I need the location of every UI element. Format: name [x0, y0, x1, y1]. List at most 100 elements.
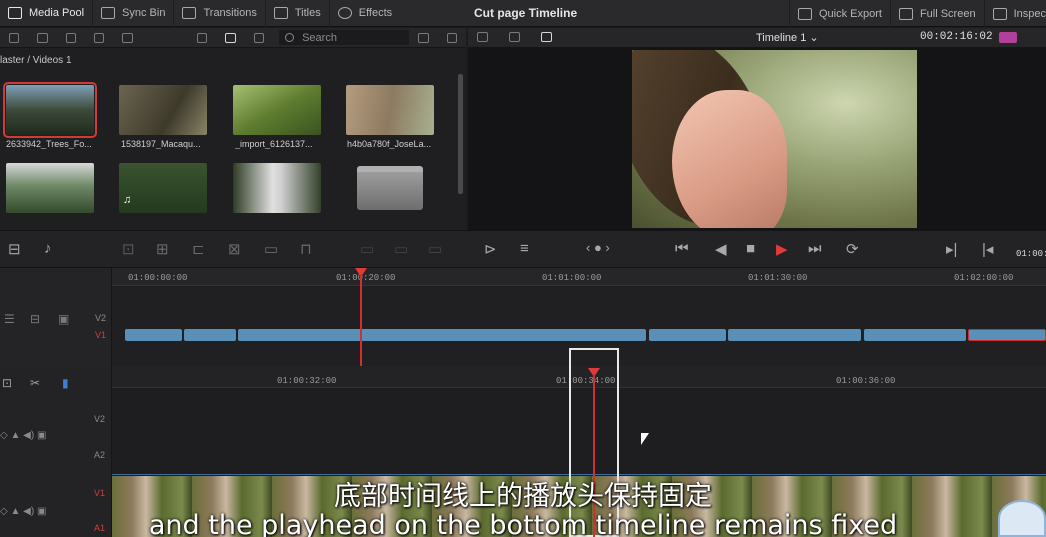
media-pool: laster / Videos 1 2633942_Trees_Fo... 15… — [0, 48, 466, 230]
clip-thumbnail-trees[interactable] — [3, 82, 97, 138]
track-label-a2: A2 — [94, 450, 106, 460]
disabled-tool3-icon[interactable]: ▭ — [428, 240, 442, 258]
ripple-overwrite-icon[interactable]: ⊏ — [192, 240, 205, 258]
channel-logo — [998, 500, 1046, 537]
menu-icon[interactable] — [9, 32, 20, 43]
timeline-options-icon[interactable]: ⊡ — [2, 376, 12, 390]
timeline-name: Timeline 1 — [756, 32, 807, 44]
snap-icon[interactable]: ⊟ — [8, 240, 21, 258]
link-track-icon[interactable]: ⊟ — [30, 312, 40, 326]
timeline-clip-selected[interactable] — [968, 329, 1046, 341]
viewer-mode3-icon[interactable] — [541, 32, 553, 42]
clip-thumbnail-mountains[interactable] — [6, 163, 94, 213]
upper-ruler[interactable]: 01:00:00:00 01:00:20:00 01:01:00:00 01:0… — [112, 268, 1046, 286]
clip-label: h4b0a780f_JoseLa... — [347, 139, 432, 149]
play-icon[interactable]: ▶ — [776, 240, 788, 258]
search-input[interactable]: Search — [279, 30, 410, 45]
search-icon — [285, 33, 295, 42]
go-to-end-icon[interactable]: ⏭ — [808, 240, 822, 257]
titles-label: Titles — [294, 7, 321, 19]
inspector-button[interactable]: Inspec — [983, 0, 1046, 27]
viewer-mode2-icon[interactable] — [509, 32, 521, 42]
disabled-tool2-icon[interactable]: ▭ — [394, 240, 408, 258]
mark-in-icon[interactable]: ▸| — [946, 240, 957, 258]
timeline-clip[interactable] — [125, 329, 182, 341]
marker-icon[interactable]: ▮ — [62, 376, 69, 390]
strip-view-icon[interactable] — [197, 32, 208, 43]
upper-playhead[interactable] — [360, 274, 362, 366]
timeline-selector[interactable]: Timeline 1 ⌄ — [756, 31, 819, 44]
full-screen-icon — [898, 7, 913, 20]
close-up-icon[interactable]: ⊠ — [228, 240, 241, 258]
subtitle-chinese: 底部时间线上的播放头保持固定 — [334, 481, 712, 512]
track-controls-v2[interactable]: ◇ ▲ ◀) ▣ — [0, 430, 46, 441]
effects-icon — [337, 7, 352, 19]
mark-out-icon[interactable]: |◂ — [982, 240, 993, 258]
source-tape-icon[interactable]: ⊳ — [484, 240, 497, 258]
new-bin-icon[interactable] — [37, 32, 48, 43]
clip-thumbnail-macaque[interactable] — [119, 85, 207, 135]
media-pool-icon — [8, 7, 22, 19]
sync-bin-label: Sync Bin — [122, 7, 166, 19]
settings-sliders-icon[interactable]: ≡ — [520, 240, 529, 257]
play-reverse-icon[interactable]: ◀ — [715, 240, 727, 258]
disabled-tool-icon[interactable]: ▭ — [360, 240, 374, 258]
timeline-clip[interactable] — [728, 329, 861, 341]
lock-track-icon[interactable]: ☰ — [4, 312, 15, 326]
ruler-label: 01:00:00:00 — [128, 273, 188, 283]
clip-thumbnail-waterfall[interactable] — [233, 163, 321, 213]
media-pool-scrollbar[interactable] — [458, 74, 463, 194]
upper-track-header: ☰ ⊟ ▣ V2 V1 — [0, 268, 112, 366]
sync-bin-button[interactable]: Sync Bin — [93, 0, 175, 27]
place-on-top-icon[interactable]: ▭ — [264, 240, 278, 258]
inspector-label: Inspec — [1013, 7, 1046, 20]
effects-label: Effects — [358, 7, 393, 19]
scissors-icon[interactable]: ✂ — [30, 376, 40, 390]
jog-control[interactable]: ‹ ● › — [586, 240, 610, 255]
transitions-button[interactable]: Transitions — [174, 0, 266, 27]
clip-thumbnail-forest[interactable] — [119, 163, 207, 213]
sort-icon[interactable] — [418, 32, 429, 43]
audio-icon[interactable]: ♪ — [44, 240, 52, 257]
link-icon[interactable] — [122, 32, 133, 43]
clip-thumbnail-josela[interactable] — [346, 85, 434, 135]
timecode-display: 00:02:16:02 — [920, 31, 993, 43]
inspector-icon — [992, 7, 1007, 20]
list-view-icon[interactable] — [253, 32, 265, 43]
page-title: Cut page Timeline — [474, 6, 578, 20]
full-screen-button[interactable]: Full Screen — [889, 0, 984, 27]
track-label-v1: V1 — [95, 330, 107, 340]
viewer-toolbar: Timeline 1 ⌄ 00:02:16:02 — [468, 28, 1046, 48]
clip-thumbnail-import[interactable] — [233, 85, 321, 135]
timeline-clip[interactable] — [649, 329, 726, 341]
stop-icon[interactable]: ■ — [746, 240, 755, 257]
sync-icon[interactable] — [94, 32, 105, 43]
effects-button[interactable]: Effects — [330, 0, 400, 27]
camera-track-icon[interactable]: ▣ — [58, 312, 69, 326]
import-icon[interactable] — [65, 32, 77, 43]
clip-label: 2633942_Trees_Fo... — [6, 139, 92, 149]
smart-insert-icon[interactable]: ⊡ — [122, 240, 135, 258]
refresh-icon[interactable] — [446, 32, 457, 43]
timeline-clip[interactable] — [238, 329, 646, 341]
full-screen-label: Full Screen — [919, 7, 976, 20]
hand-shape — [672, 90, 787, 228]
breadcrumb: laster / Videos 1 — [0, 55, 72, 66]
timeline-clip[interactable] — [864, 329, 966, 341]
viewer-mode-icon[interactable] — [477, 32, 488, 42]
source-overwrite-icon[interactable]: ⊓ — [300, 240, 312, 258]
quick-export-button[interactable]: Quick Export — [788, 0, 890, 27]
transport-bar: ⊟ ♪ ⊡ ⊞ ⊏ ⊠ ▭ ⊓ ▭ ▭ ▭ ⊳ ≡ ‹ ● › ⏮ ◀ ■ ▶ … — [0, 230, 1046, 268]
ruler-label: 01:00:32:00 — [277, 376, 337, 386]
folder-icon[interactable] — [357, 166, 423, 210]
grid-view-icon[interactable] — [225, 32, 236, 43]
fxt-badge[interactable] — [999, 32, 1017, 43]
media-pool-button[interactable]: Media Pool — [0, 0, 94, 27]
go-to-start-icon[interactable]: ⏮ — [675, 240, 689, 257]
titles-button[interactable]: Titles — [266, 0, 330, 27]
loop-icon[interactable]: ⟳ — [846, 240, 859, 258]
subtitle-english: and the playhead on the bottom timeline … — [148, 510, 898, 537]
append-icon[interactable]: ⊞ — [156, 240, 169, 258]
timeline-clip[interactable] — [184, 329, 236, 341]
search-placeholder: Search — [302, 31, 337, 44]
